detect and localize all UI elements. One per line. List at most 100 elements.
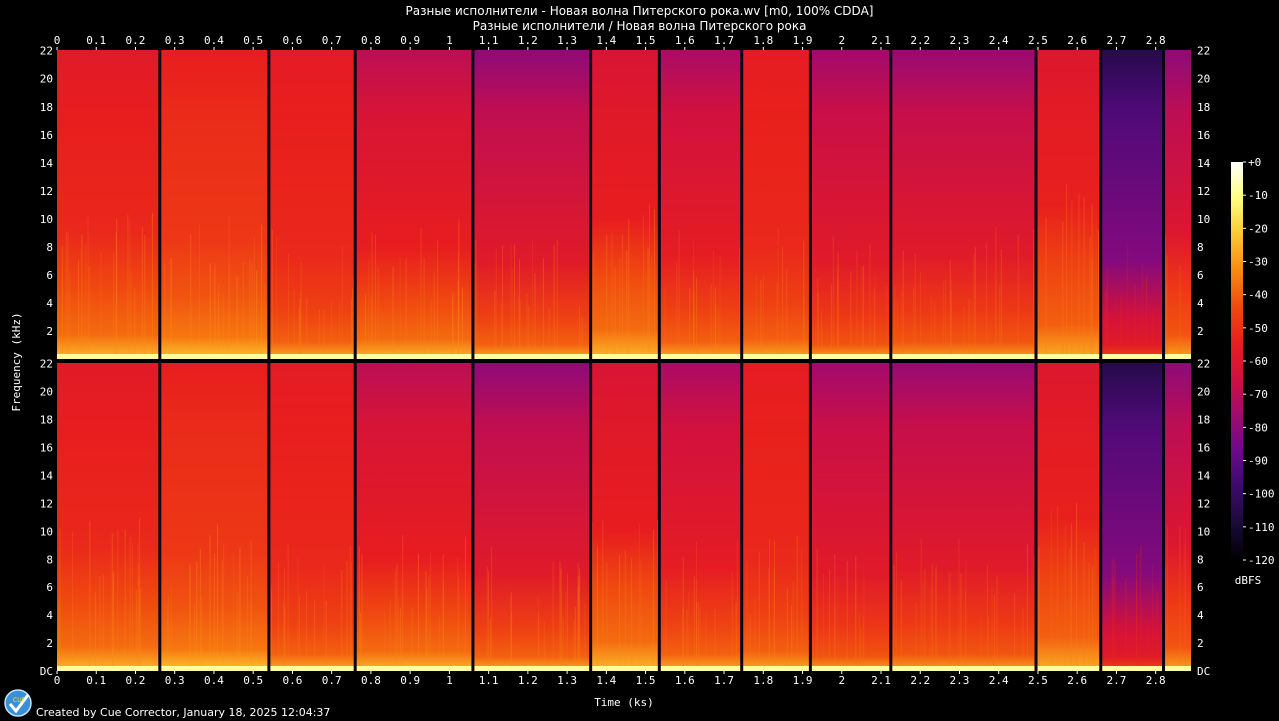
- texture-line: [501, 302, 503, 359]
- texture-line: [915, 601, 917, 671]
- texture-line: [384, 610, 386, 671]
- y-tick-label-right: 18: [1197, 414, 1210, 427]
- texture-line: [999, 284, 1001, 359]
- texture-line: [1136, 580, 1138, 671]
- texture-line: [543, 621, 545, 671]
- track-band: [1100, 50, 1164, 359]
- texture-line: [949, 260, 951, 359]
- x-tick-label-bottom: 1.3: [557, 674, 577, 687]
- colorbar-tick-label: -20: [1248, 222, 1268, 235]
- texture-line: [323, 309, 325, 359]
- dc-band: [1100, 354, 1164, 359]
- x-tick-label-bottom: 2.5: [1028, 674, 1048, 687]
- texture-line: [850, 271, 852, 359]
- texture-line: [330, 301, 332, 359]
- texture-line: [300, 262, 302, 359]
- texture-line: [144, 235, 146, 359]
- texture-line: [306, 590, 308, 671]
- track-boundary: [889, 363, 893, 671]
- x-tick-label-top: 0.1: [86, 34, 106, 47]
- colorbar-tick-label: -30: [1248, 256, 1268, 269]
- track-segment: [810, 50, 891, 359]
- texture-line: [495, 249, 497, 359]
- track-boundary: [1162, 363, 1166, 671]
- texture-line: [762, 275, 764, 359]
- texture-line: [61, 246, 63, 359]
- track-boundary: [1034, 363, 1038, 671]
- track-segment: [159, 363, 269, 671]
- texture-line: [318, 309, 320, 359]
- colorbar-gradient: [1231, 162, 1243, 560]
- y-tick-label-right: 10: [1197, 525, 1210, 538]
- y-tick-label-right: 2: [1197, 637, 1204, 650]
- dc-band: [355, 666, 473, 671]
- texture-line: [773, 540, 775, 671]
- texture-line: [352, 276, 354, 359]
- texture-line: [213, 553, 215, 671]
- track-segment: [1163, 50, 1191, 359]
- track-segment: [1100, 50, 1164, 359]
- track-segment: [355, 50, 473, 359]
- texture-line: [437, 240, 439, 359]
- texture-line: [538, 611, 540, 671]
- dc-band: [810, 354, 891, 359]
- texture-line: [1038, 567, 1040, 671]
- texture-line: [510, 245, 512, 359]
- x-tick-label-top: 1.6: [675, 34, 695, 47]
- texture-line: [190, 233, 192, 359]
- texture-line: [963, 305, 965, 359]
- x-tick-label-bottom: 1.7: [714, 674, 734, 687]
- y-tick-label-left: 16: [40, 129, 53, 142]
- texture-line: [676, 262, 678, 359]
- x-tick-label-top: 2.2: [910, 34, 930, 47]
- texture-line: [1179, 264, 1181, 359]
- x-tick-label-top: 0.9: [400, 34, 420, 47]
- track-boundary: [889, 50, 893, 359]
- track-segment: [590, 50, 660, 359]
- texture-line: [1062, 222, 1064, 359]
- y-tick-label-right: 10: [1197, 213, 1210, 226]
- texture-line: [1069, 548, 1071, 671]
- texture-line: [242, 262, 244, 359]
- texture-line: [189, 567, 191, 671]
- texture-line: [194, 604, 196, 671]
- texture-line: [931, 587, 933, 671]
- texture-line: [247, 576, 249, 671]
- colorbar-tick-label: -10: [1248, 189, 1268, 202]
- texture-line: [398, 597, 400, 671]
- dc-band: [1163, 354, 1191, 359]
- y-tick-label-right: 18: [1197, 101, 1210, 114]
- x-tick-label-top: 2.4: [989, 34, 1009, 47]
- texture-line: [116, 218, 118, 359]
- texture-line: [830, 284, 832, 359]
- texture-line: [719, 255, 721, 359]
- texture-line: [987, 565, 989, 671]
- texture-line: [1185, 527, 1187, 671]
- texture-line: [170, 586, 172, 671]
- track-boundary: [158, 363, 162, 671]
- texture-line: [548, 307, 550, 359]
- texture-line: [270, 584, 272, 671]
- y-tick-label-right: 20: [1197, 73, 1210, 86]
- texture-line: [141, 227, 143, 359]
- texture-line: [528, 305, 530, 359]
- dc-band: [57, 354, 160, 359]
- texture-line: [392, 266, 394, 359]
- texture-line: [688, 592, 690, 671]
- y-tick-label-left: 12: [40, 185, 53, 198]
- x-tick-label-bottom: 0.3: [165, 674, 185, 687]
- texture-line: [65, 231, 67, 359]
- y-tick-label-left: 22: [40, 45, 53, 58]
- texture-line: [894, 286, 896, 359]
- y-tick-label-right: 8: [1197, 241, 1204, 254]
- texture-line: [346, 560, 348, 671]
- texture-line: [863, 577, 865, 671]
- texture-line: [277, 560, 279, 671]
- y-tick-label-left: 8: [46, 553, 53, 566]
- texture-line: [682, 607, 684, 671]
- texture-line: [574, 606, 576, 671]
- texture-line: [87, 217, 89, 359]
- texture-line: [974, 247, 976, 359]
- texture-line: [958, 538, 960, 671]
- texture-line: [593, 250, 595, 359]
